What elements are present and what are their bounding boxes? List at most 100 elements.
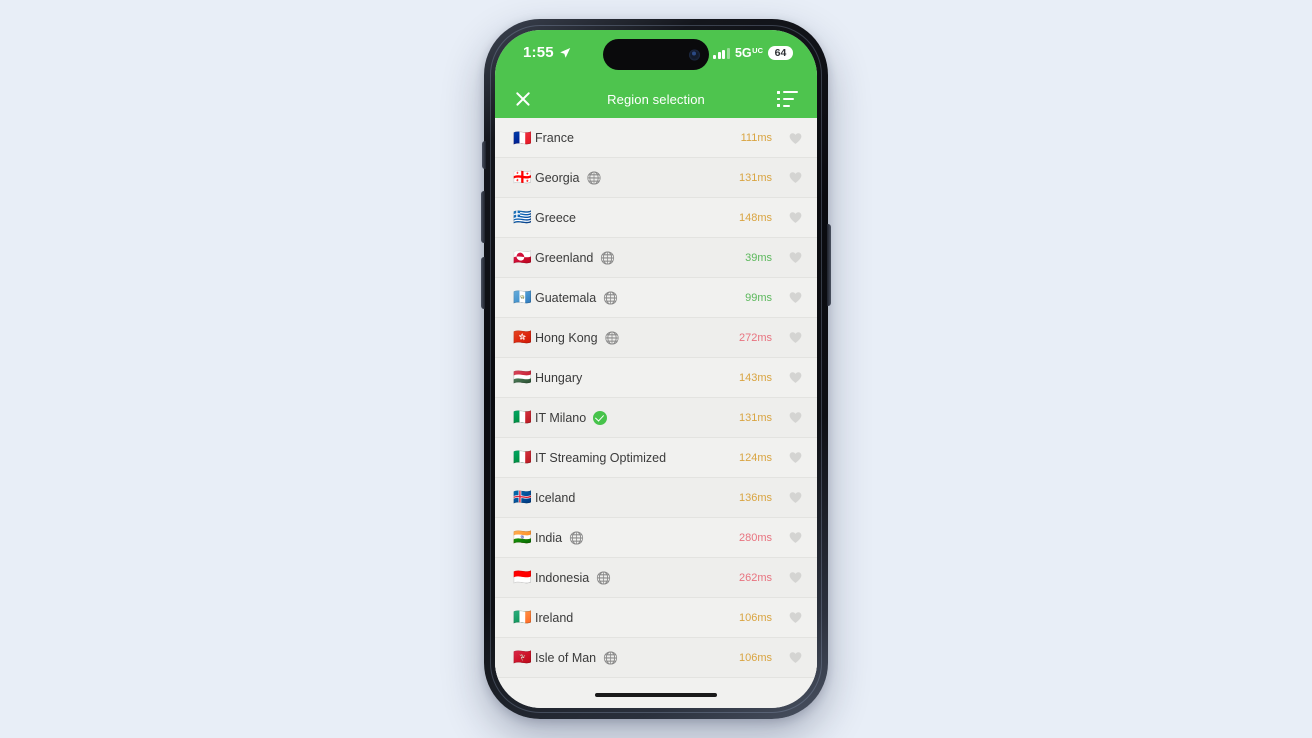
globe-icon: 🌐 (596, 570, 612, 585)
globe-icon: 🌐 (603, 290, 619, 305)
dynamic-island (603, 39, 709, 70)
region-row[interactable]: 🇮🇱Israel156ms (495, 678, 817, 682)
cellular-signal-icon (713, 47, 730, 59)
region-row[interactable]: 🇫🇷 France 111ms (495, 118, 817, 158)
region-name-label: Georgia (535, 170, 580, 185)
globe-icon: 🌐 (569, 530, 585, 545)
favorite-heart-icon[interactable] (788, 370, 803, 385)
region-name-label: IT Milano (535, 410, 587, 425)
region-row[interactable]: 🇬🇪 Georgia 🌐 131ms (495, 158, 817, 198)
latency-value: 99ms (745, 291, 772, 304)
region-row[interactable]: 🇭🇰 Hong Kong 🌐 272ms (495, 318, 817, 358)
region-name-label: Isle of Man (535, 650, 597, 665)
latency-value: 272ms (738, 331, 772, 344)
country-flag-icon: 🇫🇷 (513, 128, 532, 147)
globe-icon: 🌐 (603, 650, 619, 665)
region-list[interactable]: 🇫🇷 France 111ms 🇬🇪 Georgia 🌐 131ms 🇬🇷 Greece 148m… (495, 118, 817, 682)
region-row[interactable]: 🇭🇺 Hungary 143ms (495, 358, 817, 398)
front-camera-icon (689, 49, 700, 60)
country-flag-icon: 🇮🇹 (513, 448, 532, 466)
country-flag-icon: 🇮🇸 (513, 488, 532, 506)
favorite-heart-icon[interactable] (788, 170, 803, 185)
latency-value: 148ms (738, 211, 772, 224)
region-row[interactable]: 🇮🇹 IT Milano 131ms (495, 398, 817, 438)
favorite-heart-icon[interactable] (788, 650, 803, 665)
location-arrow-icon (560, 47, 571, 58)
region-name-label: Hong Kong (535, 330, 598, 345)
region-name-label: India (535, 530, 563, 545)
region-name-label: IT Streaming Optimized (535, 450, 667, 465)
favorite-heart-icon[interactable] (788, 410, 803, 425)
region-row[interactable]: 🇮🇳 India 🌐 280ms (495, 518, 817, 558)
page-title: Region selection (607, 91, 705, 107)
country-flag-icon: 🇮🇪 (513, 608, 532, 626)
latency-value: 136ms (738, 491, 772, 504)
region-row[interactable]: 🇮🇲 Isle of Man 🌐 106ms (495, 638, 817, 678)
region-row[interactable]: 🇮🇸 Iceland 136ms (495, 478, 817, 518)
latency-value: 124ms (738, 451, 772, 464)
country-flag-icon: 🇬🇷 (513, 208, 532, 226)
region-name-label: Guatemala (535, 290, 597, 305)
silent-switch-button[interactable] (482, 141, 486, 169)
favorite-heart-icon[interactable] (788, 610, 803, 625)
region-name-label: France (535, 131, 574, 145)
region-row[interactable]: 🇮🇩 Indonesia 🌐 262ms (495, 558, 817, 598)
nav-bar: Region selection (495, 80, 817, 118)
region-name-label: Ireland (535, 610, 574, 625)
latency-value: 280ms (738, 531, 772, 544)
country-flag-icon: 🇭🇺 (513, 368, 532, 386)
favorite-heart-icon[interactable] (788, 450, 803, 465)
region-row[interactable]: 🇬🇷 Greece 148ms (495, 198, 817, 238)
phone-mockup: 1:55 5G UC 64 Region selection 🇫🇷 France… (481, 19, 831, 719)
country-flag-icon: 🇮🇩 (513, 568, 532, 586)
globe-icon: 🌐 (600, 250, 616, 265)
region-name-label: Greenland (535, 250, 594, 265)
country-flag-icon: 🇭🇰 (513, 328, 532, 346)
favorite-heart-icon[interactable] (788, 570, 803, 585)
region-row[interactable]: 🇬🇱 Greenland 🌐 39ms (495, 238, 817, 278)
country-flag-icon: 🇬🇹 (513, 288, 532, 306)
region-name-label: Greece (535, 210, 576, 225)
region-row[interactable]: 🇮🇪 Ireland 106ms (495, 598, 817, 638)
favorite-heart-icon[interactable] (788, 131, 803, 146)
favorite-heart-icon[interactable] (788, 530, 803, 545)
region-row[interactable]: 🇬🇹 Guatemala 🌐 99ms (495, 278, 817, 318)
phone-screen: 1:55 5G UC 64 Region selection 🇫🇷 France… (495, 30, 817, 708)
region-name-label: Indonesia (535, 570, 590, 585)
network-suffix: UC (752, 45, 763, 55)
latency-value: 39ms (745, 251, 772, 264)
selected-check-icon (593, 410, 608, 425)
region-name-label: Iceland (535, 490, 576, 505)
latency-value: 111ms (740, 132, 772, 144)
latency-value: 131ms (738, 411, 772, 424)
status-bar: 1:55 5G UC 64 (495, 30, 817, 80)
favorite-heart-icon[interactable] (788, 250, 803, 265)
country-flag-icon: 🇮🇳 (513, 528, 532, 546)
favorite-heart-icon[interactable] (788, 330, 803, 345)
favorite-heart-icon[interactable] (788, 290, 803, 305)
latency-value: 106ms (738, 651, 772, 664)
latency-value: 131ms (738, 171, 772, 184)
home-indicator-area (495, 682, 817, 708)
status-bar-left: 1:55 (523, 44, 571, 60)
status-bar-clock: 1:55 (523, 44, 554, 61)
latency-value: 106ms (738, 611, 772, 624)
favorite-heart-icon[interactable] (788, 490, 803, 505)
status-bar-right: 5G UC 64 (713, 44, 793, 61)
latency-value: 262ms (738, 571, 772, 584)
network-type-label: 5G UC (735, 47, 763, 60)
volume-up-button[interactable] (481, 191, 485, 243)
home-indicator[interactable] (595, 692, 717, 698)
globe-icon: 🌐 (604, 330, 620, 345)
region-row[interactable]: 🇮🇹 IT Streaming Optimized 124ms (495, 438, 817, 478)
sort-list-icon[interactable] (777, 91, 799, 107)
favorite-heart-icon[interactable] (788, 210, 803, 225)
volume-down-button[interactable] (481, 257, 485, 309)
globe-icon: 🌐 (586, 170, 602, 185)
country-flag-icon: 🇬🇱 (513, 248, 532, 266)
close-icon[interactable] (513, 89, 533, 109)
country-flag-icon: 🇬🇪 (513, 168, 532, 186)
battery-indicator: 64 (768, 46, 793, 61)
latency-value: 143ms (738, 371, 772, 384)
power-button[interactable] (827, 224, 831, 306)
